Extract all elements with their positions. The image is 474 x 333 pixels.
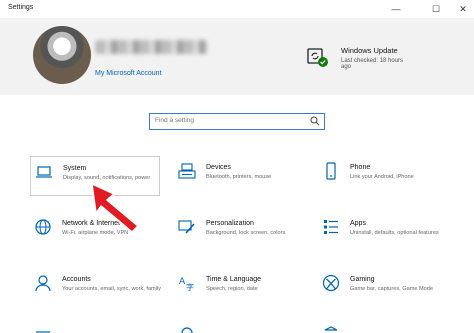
brush-icon (178, 220, 195, 234)
annotation-arrow-icon (91, 183, 139, 233)
search-category-icon (181, 327, 193, 333)
tile-name: System (63, 165, 87, 172)
tile-desc: Uninstall, defaults, optional features (350, 230, 439, 236)
xbox-icon (322, 274, 340, 292)
avatar[interactable] (33, 26, 91, 84)
window-title: Settings (8, 4, 34, 11)
tile-desc: Speech, region, date (206, 286, 258, 292)
tile-name: Personalization (206, 220, 254, 227)
tile-time-language[interactable]: A 字 Time & Language Speech, region, date (174, 268, 304, 308)
blurred-user-name (95, 40, 207, 54)
tile-desc: Link your Android, iPhone (350, 174, 414, 180)
tile-name: Accounts (62, 276, 91, 283)
windows-update-title[interactable]: Windows Update (341, 46, 398, 55)
tile-desc: Background, lock screen, colors (206, 230, 286, 236)
windows-update-icon (307, 48, 328, 67)
apps-icon (324, 220, 338, 234)
close-button[interactable]: ✕ (450, 0, 474, 18)
tile-desc: Bluetooth, printers, mouse (206, 174, 272, 180)
keyboard-icon (178, 163, 196, 179)
privacy-icon (324, 326, 338, 331)
tile-name: Time & Language (206, 276, 261, 283)
laptop-icon (36, 166, 52, 178)
search-placeholder: Find a setting (155, 117, 195, 124)
tile-apps[interactable]: Apps Uninstall, defaults, optional featu… (318, 212, 448, 252)
phone-icon (326, 162, 336, 180)
tile-name: Phone (350, 164, 371, 171)
tile-desc: Game bar, captures, Game Mode (350, 286, 434, 292)
ease-of-access-icon (36, 331, 50, 333)
search-icon (310, 116, 320, 126)
my-microsoft-account-link[interactable]: My Microsoft Account (95, 70, 162, 77)
maximize-button[interactable]: ☐ (423, 0, 449, 18)
tile-accounts[interactable]: Accounts Your accounts, email, sync, wor… (30, 268, 161, 308)
windows-update-status: Last checked: 18 hours ago (341, 58, 404, 70)
title-bar: Settings — ☐ ✕ (0, 0, 474, 18)
svg-text:A: A (179, 277, 186, 287)
language-icon: A 字 (179, 277, 194, 292)
globe-icon (35, 219, 51, 235)
tile-phone[interactable]: Phone Link your Android, iPhone (318, 156, 448, 196)
tile-name: Apps (350, 220, 366, 227)
tile-desc: Your accounts, email, sync, work, family (62, 286, 161, 292)
tile-name: Devices (206, 164, 231, 171)
tile-personalization[interactable]: Personalization Background, lock screen,… (174, 212, 304, 252)
account-header: My Microsoft Account Windows Update Last… (0, 18, 474, 95)
person-icon (35, 275, 51, 292)
minimize-button[interactable]: — (383, 0, 409, 18)
search-input[interactable]: Find a setting (149, 113, 325, 130)
tile-devices[interactable]: Devices Bluetooth, printers, mouse (174, 156, 304, 196)
tile-name: Gaming (350, 276, 375, 283)
tile-gaming[interactable]: Gaming Game bar, captures, Game Mode (318, 268, 448, 308)
svg-text:字: 字 (186, 282, 194, 292)
